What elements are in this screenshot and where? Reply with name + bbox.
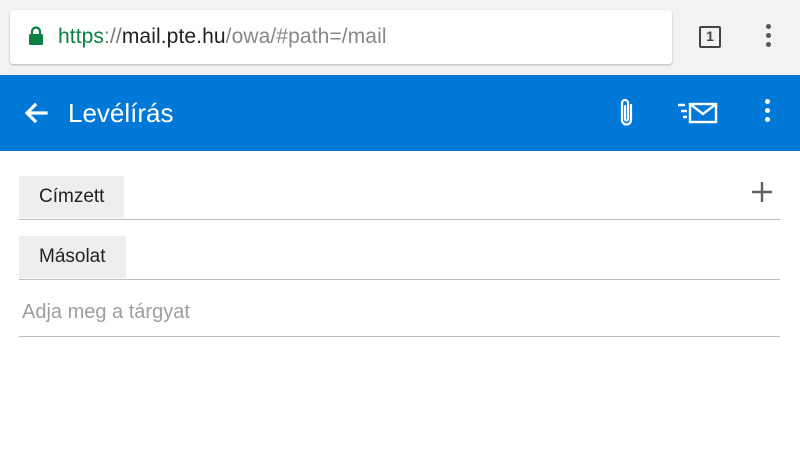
paperclip-icon[interactable]	[614, 96, 640, 130]
compose-header: Levélírás	[0, 75, 800, 151]
menu-dot	[765, 42, 771, 47]
more-vert-icon	[764, 99, 770, 104]
browser-menu-button[interactable]	[756, 24, 780, 52]
url-scheme: https	[58, 25, 105, 48]
subject-input[interactable]	[19, 290, 765, 334]
cc-field[interactable]: Másolat	[19, 234, 780, 280]
menu-dot	[765, 33, 771, 38]
to-field[interactable]: Címzett	[19, 174, 780, 220]
send-mail-icon[interactable]	[676, 99, 718, 127]
page-title: Levélírás	[68, 98, 174, 128]
compose-menu-button[interactable]	[757, 99, 777, 129]
lock-icon	[29, 26, 43, 45]
to-label: Címzett	[19, 176, 125, 218]
subject-field	[19, 290, 780, 337]
menu-dot	[764, 117, 770, 122]
menu-dot	[764, 108, 770, 113]
url-separator: ://	[104, 25, 122, 48]
tab-switcher-button[interactable]: 1	[699, 26, 721, 48]
arrow-back-icon[interactable]	[22, 99, 50, 127]
more-vert-icon	[765, 24, 771, 29]
url-host: mail.pte.hu	[121, 25, 226, 48]
url-path: /owa/#path=/mail	[225, 25, 387, 48]
cc-label: Másolat	[19, 236, 126, 278]
plus-icon[interactable]	[750, 180, 774, 204]
browser-toolbar: https://mail.pte.hu/owa/#path=/mail 1	[0, 0, 800, 75]
url-text[interactable]: https://mail.pte.hu/owa/#path=/mail	[58, 25, 387, 49]
tab-count: 1	[706, 28, 714, 44]
